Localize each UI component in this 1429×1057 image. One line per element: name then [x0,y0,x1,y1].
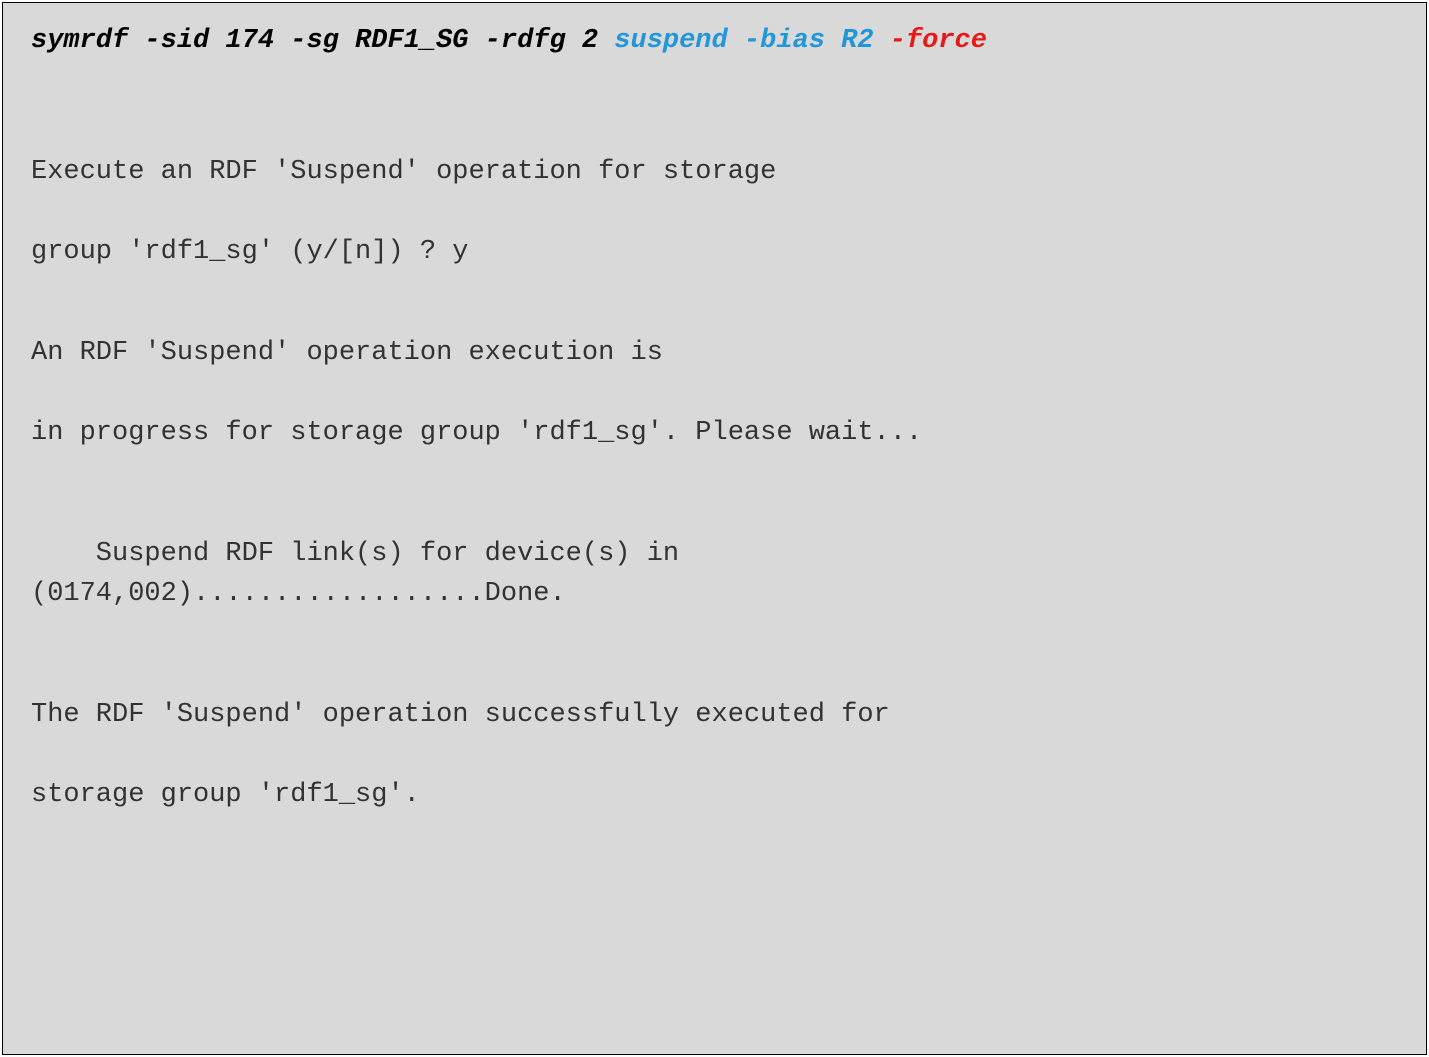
blank-line [31,192,1398,232]
command-base: symrdf -sid 174 -sg RDF1_SG -rdfg 2 [31,26,614,56]
terminal-window: symrdf -sid 174 -sg RDF1_SG -rdfg 2 susp… [2,2,1427,1055]
command-line: symrdf -sid 174 -sg RDF1_SG -rdfg 2 susp… [31,21,1398,62]
output-text: Execute an RDF 'Suspend' operation for s… [31,152,1398,193]
output-text: An RDF 'Suspend' operation execution is [31,333,1398,374]
command-suspend-bias: suspend -bias R2 [614,26,889,56]
output-status-block: Suspend RDF link(s) for device(s) in (01… [31,534,1398,615]
command-force-flag: -force [890,26,987,56]
output-text: in progress for storage group 'rdf1_sg'.… [31,413,1398,454]
output-text: group 'rdf1_sg' (y/[n]) ? y [31,232,1398,273]
output-progress-block: An RDF 'Suspend' operation execution is … [31,333,1398,454]
output-text: (0174,002)..................Done. [31,574,1398,615]
blank-line [31,373,1398,413]
output-text: The RDF 'Suspend' operation successfully… [31,695,1398,736]
output-text: storage group 'rdf1_sg'. [31,775,1398,816]
output-prompt-block: Execute an RDF 'Suspend' operation for s… [31,152,1398,273]
blank-line [31,735,1398,775]
output-text: Suspend RDF link(s) for device(s) in [31,534,1398,575]
output-success-block: The RDF 'Suspend' operation successfully… [31,695,1398,816]
